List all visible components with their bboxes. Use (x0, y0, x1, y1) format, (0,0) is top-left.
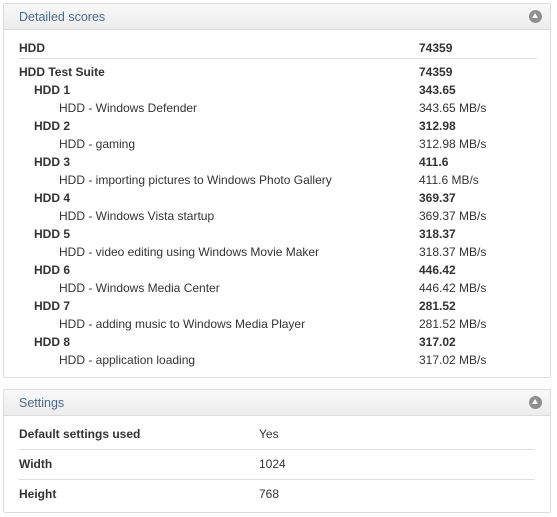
subtest-value: 317.02 MB/s (419, 353, 487, 367)
settings-row: Height 768 (19, 479, 535, 509)
detailed-scores-title: Detailed scores (19, 10, 106, 24)
subtest-value: 369.37 MB/s (419, 209, 487, 223)
test-row: HDD 8 317.02 (4, 333, 550, 351)
test-value: 446.42 (419, 263, 456, 277)
test-value: 369.37 (419, 191, 456, 205)
settings-panel: Settings Default settings used Yes Width… (3, 389, 551, 513)
subtest-row: HDD - adding music to Windows Media Play… (4, 315, 550, 333)
subtest-value: 446.42 MB/s (419, 281, 487, 295)
test-row: HDD 5 318.37 (4, 225, 550, 243)
settings-key: Default settings used (19, 427, 141, 441)
subtest-label: HDD - Windows Defender (59, 101, 198, 115)
settings-key: Height (19, 487, 57, 501)
total-score-row: HDD 74359 (4, 39, 550, 57)
detailed-scores-panel: Detailed scores HDD 74359 HDD Test Suite… (3, 3, 551, 378)
subtest-value: 312.98 MB/s (419, 137, 487, 151)
settings-key: Width (19, 457, 53, 471)
test-row: HDD 7 281.52 (4, 297, 550, 315)
subtest-row: HDD - gaming 312.98 MB/s (4, 135, 550, 153)
test-value: 411.6 (419, 155, 449, 169)
suite-label: HDD Test Suite (19, 65, 105, 79)
subtest-label: HDD - Windows Media Center (59, 281, 220, 295)
subtest-label: HDD - gaming (59, 137, 136, 151)
subtest-row: HDD - Windows Vista startup 369.37 MB/s (4, 207, 550, 225)
suite-score-row: HDD Test Suite 74359 (4, 63, 550, 81)
test-label: HDD 6 (34, 263, 71, 277)
test-row: HDD 1 343.65 (4, 81, 550, 99)
test-row: HDD 4 369.37 (4, 189, 550, 207)
settings-title: Settings (19, 396, 65, 410)
total-score-value: 74359 (419, 41, 453, 55)
total-score-label: HDD (19, 41, 45, 55)
test-value: 312.98 (419, 119, 456, 133)
subtest-row: HDD - Windows Media Center 446.42 MB/s (4, 279, 550, 297)
subtest-row: HDD - video editing using Windows Movie … (4, 243, 550, 261)
test-label: HDD 8 (34, 335, 71, 349)
subtest-label: HDD - Windows Vista startup (59, 209, 215, 223)
settings-header[interactable]: Settings (4, 390, 550, 416)
settings-value: 1024 (259, 457, 286, 471)
test-label: HDD 3 (34, 155, 71, 169)
header-divider (19, 58, 537, 59)
subtest-label: HDD - video editing using Windows Movie … (59, 245, 320, 259)
settings-value: 768 (259, 487, 280, 501)
test-row: HDD 3 411.6 (4, 153, 550, 171)
subtest-label: HDD - application loading (59, 353, 196, 367)
subtest-value: 411.6 MB/s (419, 173, 479, 187)
suite-value: 74359 (419, 65, 453, 79)
subtest-row: HDD - Windows Defender 343.65 MB/s (4, 99, 550, 117)
detailed-scores-header[interactable]: Detailed scores (4, 4, 550, 30)
test-value: 318.37 (419, 227, 456, 241)
subtest-row: HDD - importing pictures to Windows Phot… (4, 171, 550, 189)
test-label: HDD 4 (34, 191, 71, 205)
test-row: HDD 6 446.42 (4, 261, 550, 279)
test-label: HDD 5 (34, 227, 71, 241)
settings-value: Yes (259, 427, 279, 441)
collapse-icon[interactable] (529, 10, 542, 23)
subtest-row: HDD - application loading 317.02 MB/s (4, 351, 550, 369)
subtest-label: HDD - adding music to Windows Media Play… (59, 317, 306, 331)
test-row: HDD 2 312.98 (4, 117, 550, 135)
test-label: HDD 7 (34, 299, 71, 313)
test-value: 317.02 (419, 335, 456, 349)
subtest-value: 343.65 MB/s (419, 101, 487, 115)
subtest-value: 318.37 MB/s (419, 245, 487, 259)
subtest-label: HDD - importing pictures to Windows Phot… (59, 173, 332, 187)
test-value: 281.52 (419, 299, 456, 313)
test-value: 343.65 (419, 83, 456, 97)
subtest-value: 281.52 MB/s (419, 317, 487, 331)
settings-row: Default settings used Yes (19, 419, 535, 450)
test-label: HDD 1 (34, 83, 71, 97)
test-label: HDD 2 (34, 119, 71, 133)
collapse-icon[interactable] (529, 396, 542, 409)
settings-row: Width 1024 (19, 449, 535, 480)
